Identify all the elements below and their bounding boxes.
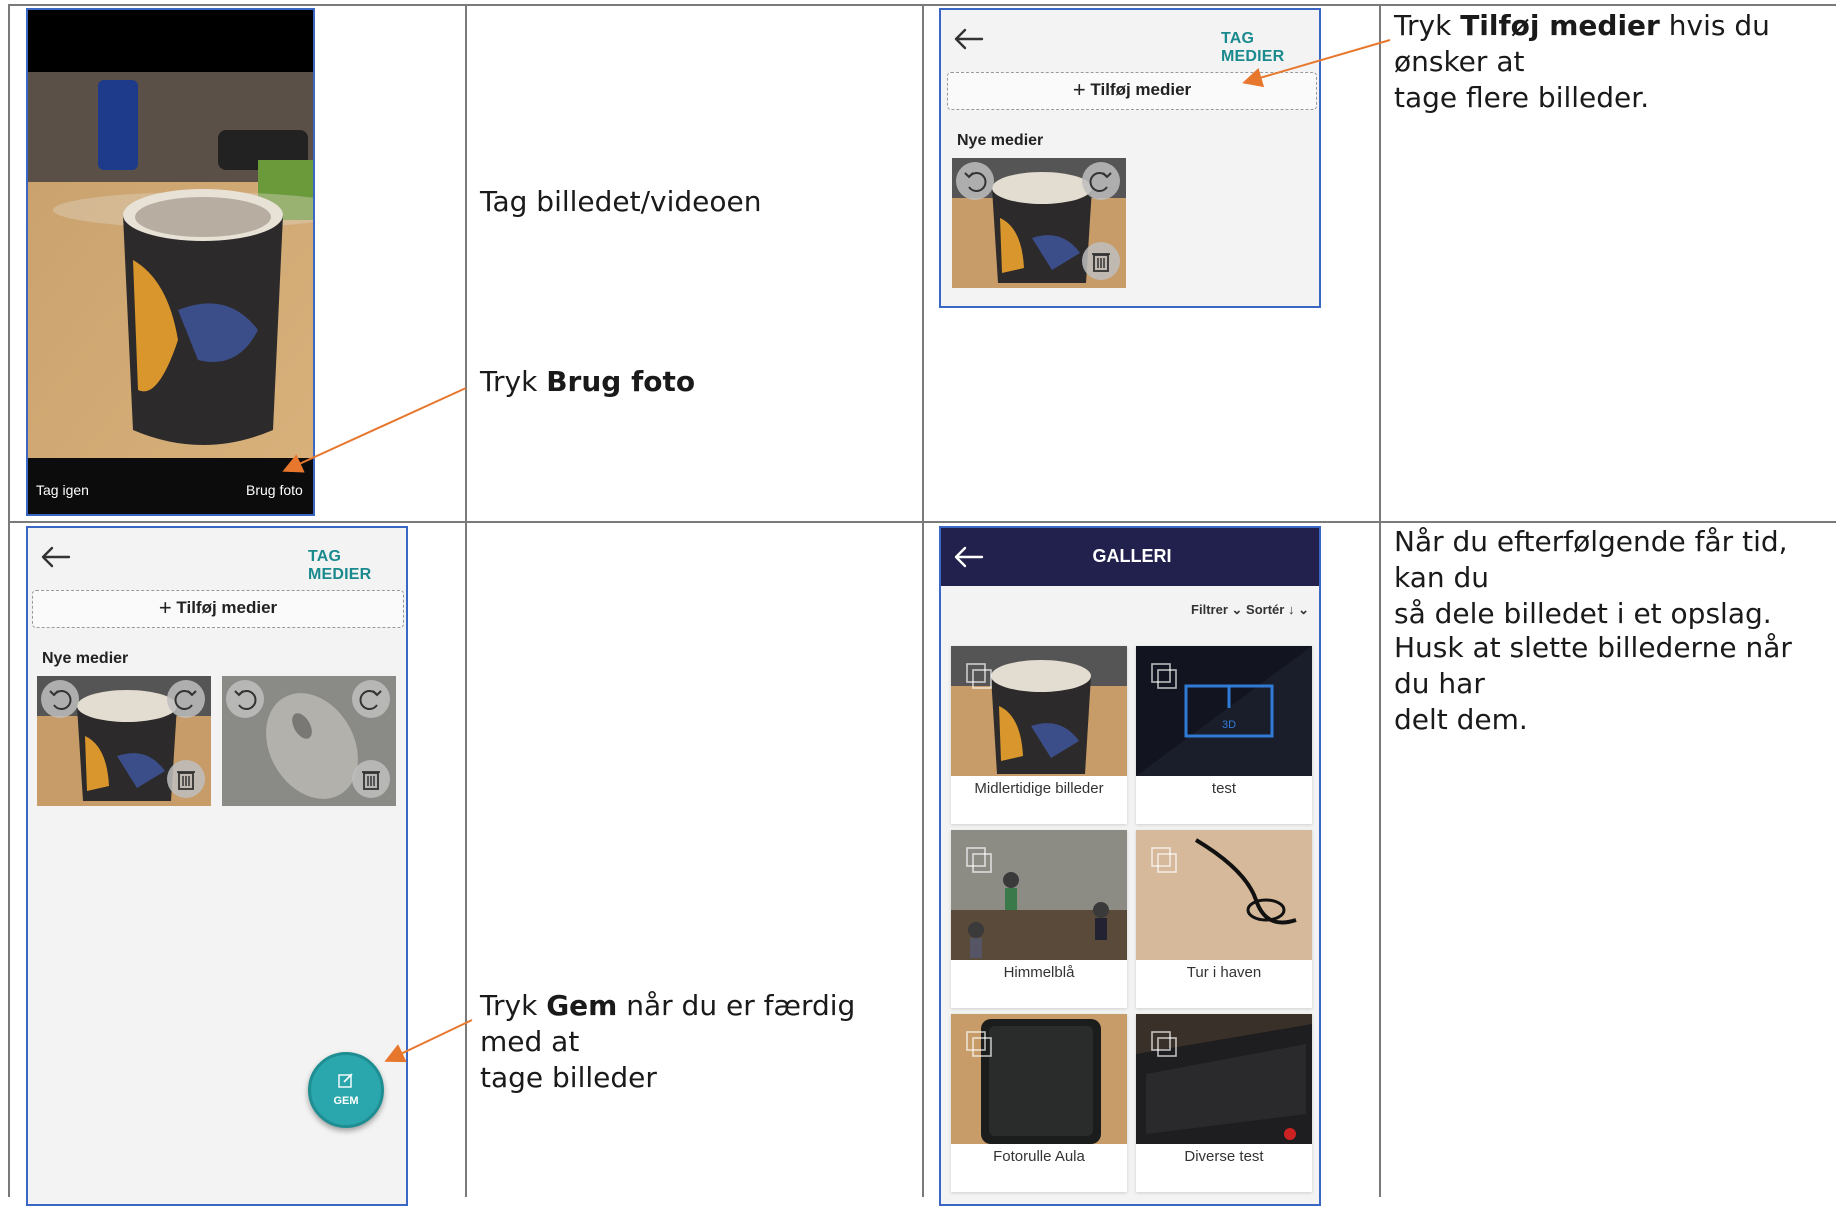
gallery-title: GALLERI: [1092, 546, 1172, 566]
save-button[interactable]: GEM: [308, 1052, 384, 1128]
plus-icon: +: [1072, 77, 1086, 102]
caption-save-line1: Tryk Gem når du er færdig med at: [480, 988, 910, 1060]
trash-icon[interactable]: [352, 760, 390, 798]
caption-add-media: Tryk Tilføj medier hvis du ønsker at tag…: [1394, 8, 1834, 116]
media-screen-2: TAG MEDIER + Tilføj medier Nye medier GE…: [26, 526, 408, 1206]
album-icon: [966, 1031, 992, 1057]
album-tile[interactable]: Tur i haven: [1136, 830, 1312, 1008]
svg-text:3D: 3D: [1222, 719, 1236, 731]
retake-button[interactable]: Tag igen: [36, 482, 89, 498]
album-icon: [1151, 847, 1177, 873]
add-media-button[interactable]: + Tilføj medier: [32, 590, 404, 628]
chevron-down-icon: ⌄: [1298, 602, 1309, 617]
media-thumbnail[interactable]: [222, 676, 396, 806]
caption-save-line2: tage billeder: [480, 1061, 657, 1094]
back-arrow-icon[interactable]: [952, 27, 984, 51]
caption-add-bold: Tilføj medier: [1460, 9, 1660, 42]
media-screen-1: TAG MEDIER + Tilføj medier Nye medier: [939, 8, 1321, 308]
caption-add-line2: tage flere billeder.: [1394, 81, 1650, 114]
trash-icon[interactable]: [167, 760, 205, 798]
caption-delete: Husk at slette billederne når du har del…: [1394, 630, 1834, 738]
caption-delete-line1: Husk at slette billederne når du har: [1394, 631, 1792, 700]
gallery-header: GALLERI: [941, 528, 1319, 586]
album-name: Diverse test: [1184, 1148, 1264, 1165]
use-photo-button[interactable]: Brug foto: [246, 482, 303, 498]
album-tile[interactable]: Fotorulle Aula: [951, 1014, 1127, 1192]
album-icon: [1151, 1031, 1177, 1057]
rotate-right-icon[interactable]: [1082, 162, 1120, 200]
new-media-label: Nye medier: [42, 650, 129, 667]
rotate-left-icon[interactable]: [956, 162, 994, 200]
sort-arrow-icon: ↓: [1287, 602, 1295, 617]
caption-save-prefix: Tryk: [480, 989, 547, 1022]
caption-share-line1: Når du efterfølgende får tid, kan du: [1394, 525, 1788, 594]
album-tile[interactable]: Midlertidige billeder: [951, 646, 1127, 824]
caption-save: Tryk Gem når du er færdig med at tage bi…: [480, 988, 910, 1096]
album-name: Fotorulle Aula: [993, 1148, 1085, 1165]
media-thumbnail[interactable]: [37, 676, 211, 806]
caption-share: Når du efterfølgende får tid, kan du så …: [1394, 524, 1834, 632]
edit-icon: [338, 1073, 353, 1088]
album-icon: [1151, 663, 1177, 689]
album-icon: [966, 663, 992, 689]
caption-delete-line2: delt dem.: [1394, 703, 1528, 736]
add-media-label: Tilføj medier: [1090, 80, 1192, 99]
rotate-left-icon[interactable]: [226, 680, 264, 718]
album-icon: [966, 847, 992, 873]
add-media-button[interactable]: + Tilføj medier: [947, 72, 1317, 110]
coffee-mug-photo: [28, 10, 313, 514]
caption-save-bold: Gem: [546, 989, 618, 1022]
album-tile[interactable]: Himmelblå: [951, 830, 1127, 1008]
filter-sort-bar: Filtrer ⌄ Sortér ↓ ⌄: [1191, 602, 1309, 618]
save-label: GEM: [333, 1095, 359, 1107]
album-name: Midlertidige billeder: [974, 780, 1104, 797]
caption-use-bold: Brug foto: [546, 365, 696, 398]
trash-icon[interactable]: [1082, 242, 1120, 280]
filter-button[interactable]: Filtrer ⌄: [1191, 602, 1242, 617]
take-media-link[interactable]: TAG MEDIER: [1221, 30, 1319, 66]
rotate-left-icon[interactable]: [41, 680, 79, 718]
album-tile[interactable]: Diverse test: [1136, 1014, 1312, 1192]
album-name: test: [1211, 780, 1237, 797]
album-name: Himmelblå: [1003, 964, 1075, 981]
take-media-link[interactable]: TAG MEDIER: [308, 548, 406, 584]
caption-take-photo: Tag billedet/videoen: [480, 185, 762, 218]
new-media-label: Nye medier: [957, 132, 1044, 149]
add-media-label: Tilføj medier: [176, 598, 278, 617]
gallery-screen: GALLERI Filtrer ⌄ Sortér ↓ ⌄ Midlertidig…: [939, 526, 1321, 1206]
rotate-right-icon[interactable]: [167, 680, 205, 718]
caption-add-prefix: Tryk: [1394, 9, 1461, 42]
album-name: Tur i haven: [1186, 964, 1262, 981]
chevron-down-icon: ⌄: [1231, 602, 1243, 617]
plus-icon: +: [158, 595, 172, 620]
media-thumbnail[interactable]: [952, 158, 1126, 288]
camera-screenshot: Tag igen Brug foto: [26, 8, 315, 516]
caption-use-prefix: Tryk: [480, 365, 547, 398]
caption-add-line1: Tryk Tilføj medier hvis du ønsker at: [1394, 8, 1834, 80]
caption-use-photo: Tryk Brug foto: [480, 364, 695, 400]
rotate-right-icon[interactable]: [352, 680, 390, 718]
back-arrow-icon[interactable]: [39, 545, 71, 569]
sort-button[interactable]: Sortér ↓ ⌄: [1246, 602, 1309, 617]
caption-share-line2: så dele billedet i et opslag.: [1394, 597, 1772, 630]
album-tile[interactable]: 3D test: [1136, 646, 1312, 824]
